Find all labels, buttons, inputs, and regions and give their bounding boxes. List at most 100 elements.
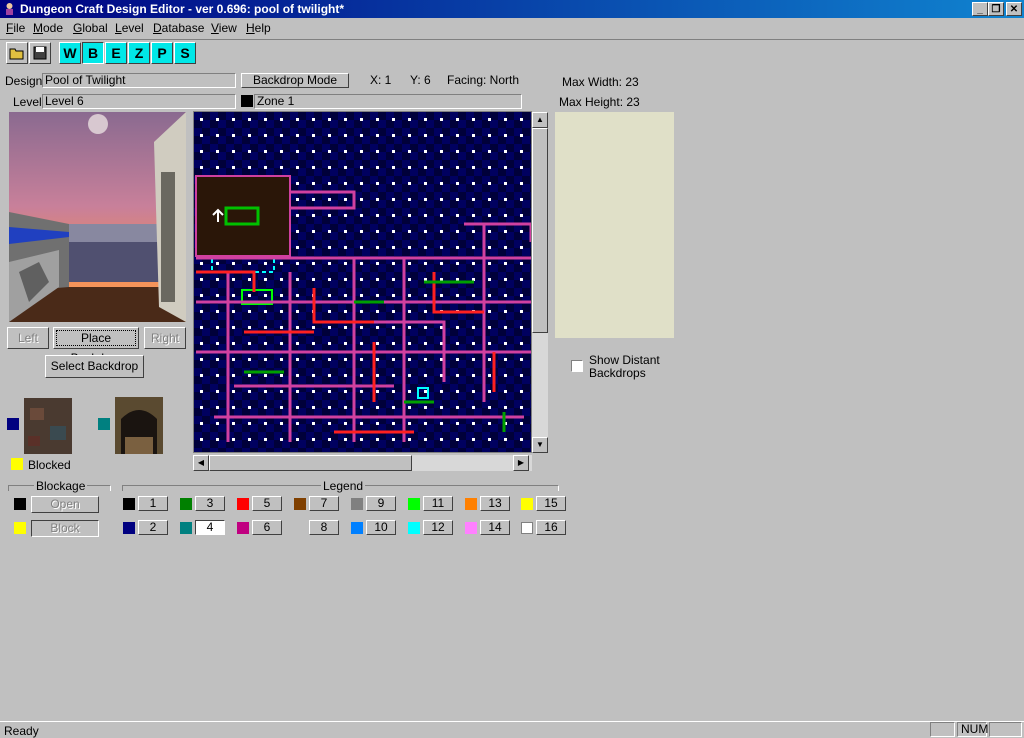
scroll-right-icon[interactable]: ▶: [513, 455, 529, 471]
block-color-swatch: [14, 522, 26, 534]
app-icon: [6, 3, 13, 15]
folder-open-icon: [9, 48, 24, 60]
level-label: Level: [13, 95, 42, 109]
legend-swatch-8: [294, 522, 306, 534]
scroll-left-icon[interactable]: ◀: [193, 455, 209, 471]
mode-s-button[interactable]: S: [174, 42, 196, 64]
legend-button-6[interactable]: 6: [252, 520, 282, 535]
legend-button-16[interactable]: 16: [536, 520, 566, 535]
menu-help[interactable]: Help: [246, 21, 271, 35]
mode-e-button[interactable]: E: [105, 42, 127, 64]
level-field: Level 6: [42, 94, 236, 109]
blocked-swatch: [11, 458, 23, 470]
block-button[interactable]: Block: [31, 520, 99, 537]
menu-mode[interactable]: Mode: [33, 21, 63, 35]
legend-swatch-12: [408, 522, 420, 534]
mode-z-button[interactable]: Z: [128, 42, 150, 64]
texture-a-swatch: [7, 418, 19, 430]
design-label: Design: [5, 74, 43, 88]
save-icon: [33, 46, 47, 60]
toolbar-separator: [0, 39, 1024, 40]
horizontal-scroll-thumb[interactable]: [209, 455, 412, 471]
status-num: NUM: [957, 722, 988, 737]
legend-button-12[interactable]: 12: [423, 520, 453, 535]
legend-swatch-11: [408, 498, 420, 510]
show-distant-label: Show Distant Backdrops: [589, 353, 660, 380]
blockage-group-title: Blockage: [34, 479, 88, 493]
legend-swatch-10: [351, 522, 363, 534]
zone-color-swatch: [241, 95, 253, 107]
wall-texture-preview: [24, 398, 72, 454]
legend-button-9[interactable]: 9: [366, 496, 396, 511]
zone-field: Zone 1: [254, 94, 522, 109]
menu-view[interactable]: View: [211, 21, 237, 35]
restore-icon[interactable]: ❐: [988, 2, 1004, 16]
mode-b-button[interactable]: B: [82, 42, 104, 64]
legend-swatch-3: [180, 498, 192, 510]
legend-swatch-16: [521, 522, 533, 534]
minimize-icon[interactable]: _: [972, 2, 988, 16]
door-texture-preview: [115, 397, 163, 454]
window-title: Dungeon Craft Design Editor - ver 0.696:…: [20, 2, 345, 16]
legend-button-3[interactable]: 3: [195, 496, 225, 511]
legend-group-title: Legend: [321, 479, 366, 493]
map-grid[interactable]: [193, 111, 532, 453]
menu-global[interactable]: Global: [73, 21, 108, 35]
legend-swatch-14: [465, 522, 477, 534]
legend-swatch-6: [237, 522, 249, 534]
place-backdrop-button[interactable]: Place Backdrop: [53, 327, 139, 365]
show-distant-checkbox[interactable]: [571, 360, 583, 372]
legend-button-13[interactable]: 13: [480, 496, 510, 511]
max-height: Max Height: 23: [559, 95, 640, 109]
x-coordinate: X: 1: [370, 73, 392, 87]
save-button[interactable]: [29, 42, 51, 64]
legend-swatch-1: [123, 498, 135, 510]
legend-button-11[interactable]: 11: [423, 496, 453, 511]
map-canvas: [194, 112, 531, 452]
design-field: Pool of Twilight: [42, 73, 236, 88]
status-ready: Ready: [4, 724, 39, 738]
legend-swatch-13: [465, 498, 477, 510]
legend-swatch-9: [351, 498, 363, 510]
mode-w-button[interactable]: W: [59, 42, 81, 64]
dungeon-3d-view: [9, 112, 186, 322]
status-pane-scroll: [989, 722, 1022, 737]
menu-database[interactable]: Database: [153, 21, 204, 35]
legend-swatch-5: [237, 498, 249, 510]
scroll-up-icon[interactable]: ▲: [532, 112, 548, 128]
open-color-swatch: [14, 498, 26, 510]
legend-swatch-7: [294, 498, 306, 510]
legend-button-15[interactable]: 15: [536, 496, 566, 511]
y-coordinate: Y: 6: [410, 73, 431, 87]
legend-button-1[interactable]: 1: [138, 496, 168, 511]
facing-direction: Facing: North: [447, 73, 520, 87]
close-icon[interactable]: ✕: [1006, 2, 1022, 16]
legend-swatch-4: [180, 522, 192, 534]
title-bar: Dungeon Craft Design Editor - ver 0.696:…: [0, 0, 1024, 18]
mode-p-button[interactable]: P: [151, 42, 173, 64]
legend-button-10[interactable]: 10: [366, 520, 396, 535]
texture-b-swatch: [98, 418, 110, 430]
status-pane-empty: [930, 722, 955, 737]
legend-button-14[interactable]: 14: [480, 520, 510, 535]
legend-button-7[interactable]: 7: [309, 496, 339, 511]
backdrop-preview-panel: [555, 112, 674, 338]
menu-file[interactable]: File: [6, 21, 25, 35]
legend-swatch-2: [123, 522, 135, 534]
legend-button-4[interactable]: 4: [195, 520, 225, 535]
vertical-scroll-thumb[interactable]: [532, 128, 548, 333]
legend-button-5[interactable]: 5: [252, 496, 282, 511]
menu-level[interactable]: Level: [115, 21, 144, 35]
right-button[interactable]: Right: [144, 327, 186, 349]
left-button[interactable]: Left: [7, 327, 49, 349]
legend-button-8[interactable]: 8: [309, 520, 339, 535]
open-file-button[interactable]: [6, 42, 28, 64]
open-button[interactable]: Open: [31, 496, 99, 513]
menu-bar: File Mode Global Level Database View Hel…: [0, 19, 1024, 37]
max-width: Max Width: 23: [562, 75, 639, 89]
legend-button-2[interactable]: 2: [138, 520, 168, 535]
blocked-label: Blocked: [28, 458, 71, 472]
mode-indicator: Backdrop Mode: [241, 73, 349, 88]
scroll-down-icon[interactable]: ▼: [532, 437, 548, 453]
select-backdrop-button[interactable]: Select Backdrop: [45, 355, 144, 378]
